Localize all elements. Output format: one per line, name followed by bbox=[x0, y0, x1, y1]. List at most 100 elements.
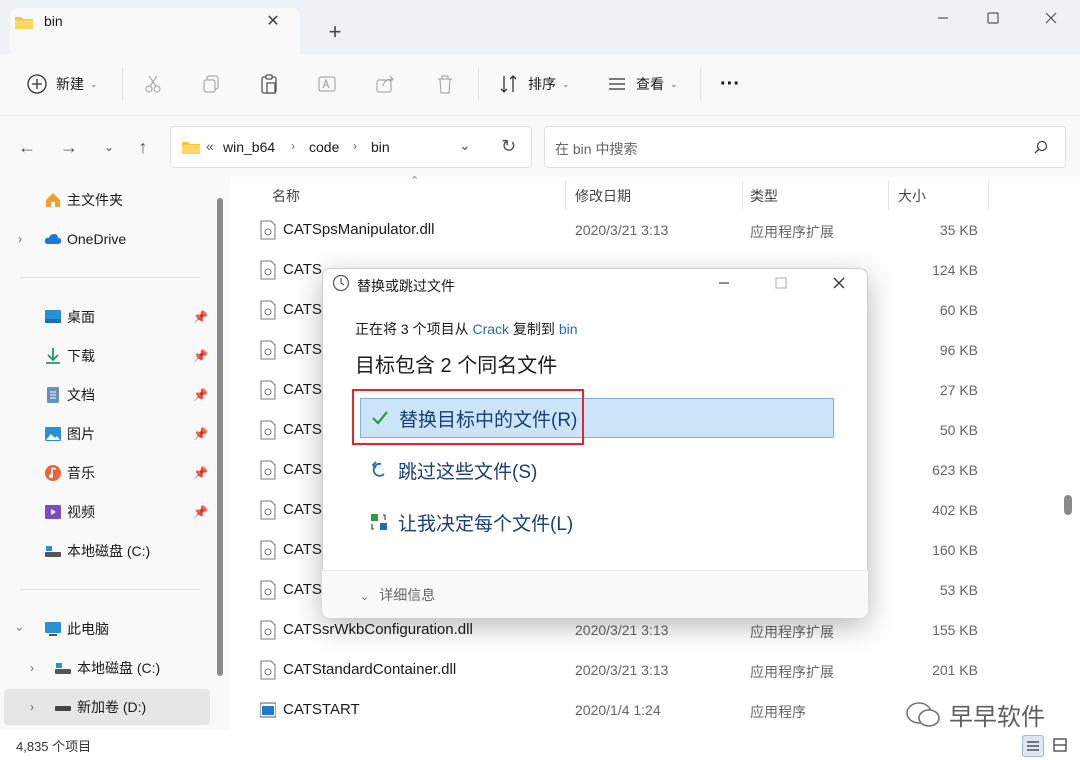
source-folder-link[interactable]: Crack bbox=[472, 321, 509, 337]
sidebar-item-documents[interactable]: 文档 📌 bbox=[0, 377, 210, 413]
sidebar-item-pictures[interactable]: 图片 📌 bbox=[0, 416, 210, 452]
new-tab-button[interactable]: + bbox=[322, 19, 348, 45]
chevron-right-icon[interactable]: › bbox=[30, 661, 34, 675]
copy-button[interactable] bbox=[198, 68, 224, 100]
file-size: 124 KB bbox=[932, 262, 978, 278]
wechat-icon bbox=[906, 701, 940, 727]
sidebar-item-videos[interactable]: 视频 📌 bbox=[0, 494, 210, 530]
command-bar: 新建 ⌄ 排序 ⌄ 查看 ⌄ ··· bbox=[0, 54, 1080, 116]
file-name: CATS bbox=[283, 541, 322, 558]
breadcrumb-win-b64[interactable]: win_b64 bbox=[223, 139, 275, 155]
sidebar-item-desktop[interactable]: 桌面 📌 bbox=[0, 299, 210, 335]
dll-file-icon bbox=[260, 580, 276, 600]
details-view-button[interactable] bbox=[1022, 735, 1044, 757]
sidebar-item-music[interactable]: 音乐 📌 bbox=[0, 455, 210, 491]
breadcrumb-code[interactable]: code bbox=[309, 139, 339, 155]
file-size: 60 KB bbox=[939, 302, 978, 318]
pin-icon[interactable]: 📌 bbox=[193, 388, 208, 402]
file-name: CATStandardContainer.dll bbox=[283, 661, 457, 678]
dll-file-icon bbox=[260, 420, 276, 440]
delete-button[interactable] bbox=[432, 68, 458, 100]
sidebar-item-home[interactable]: 主文件夹 bbox=[0, 182, 210, 218]
document-icon bbox=[47, 387, 59, 403]
file-type: 应用程序 bbox=[750, 704, 806, 720]
address-dropdown-icon[interactable]: ⌄ bbox=[459, 137, 471, 154]
refresh-icon[interactable]: ↻ bbox=[501, 136, 516, 157]
pin-icon[interactable]: 📌 bbox=[193, 505, 208, 519]
column-header-date[interactable]: 修改日期 bbox=[575, 186, 631, 206]
file-size: 402 KB bbox=[932, 502, 978, 518]
breadcrumb-bin[interactable]: bin bbox=[371, 139, 390, 155]
skip-files-option[interactable]: 跳过这些文件(S) bbox=[360, 450, 834, 490]
recent-chevron-icon[interactable]: ⌄ bbox=[96, 134, 122, 160]
sidebar-item-downloads[interactable]: 下载 📌 bbox=[0, 338, 210, 374]
file-name: CATS bbox=[283, 341, 322, 358]
column-header-name[interactable]: 名称 bbox=[272, 186, 300, 206]
pin-icon[interactable]: 📌 bbox=[193, 349, 208, 363]
up-arrow-icon[interactable]: ↑ bbox=[130, 134, 156, 160]
sort-icon bbox=[496, 71, 522, 97]
decide-each-file-option[interactable]: 让我决定每个文件(L) bbox=[360, 502, 834, 542]
file-row[interactable]: CATSpsManipulator.dll 2020/3/21 3:13 应用程序扩… bbox=[240, 210, 1040, 250]
chevron-down-icon[interactable]: › bbox=[13, 627, 27, 631]
sidebar-item-label: OneDrive bbox=[67, 231, 127, 247]
sidebar-item-this-pc[interactable]: › 此电脑 bbox=[0, 611, 210, 647]
sort-label: 排序 bbox=[528, 76, 556, 92]
search-input[interactable]: 在 bin 中搜索 bbox=[555, 139, 637, 159]
forward-arrow-icon[interactable]: → bbox=[56, 134, 82, 160]
pin-icon[interactable]: 📌 bbox=[193, 427, 208, 441]
sidebar-item-label: 视频 bbox=[67, 504, 95, 520]
sidebar-item-label: 本地磁盘 (C:) bbox=[77, 660, 161, 676]
view-button[interactable]: 查看 ⌄ bbox=[604, 68, 678, 100]
cut-button[interactable] bbox=[140, 68, 166, 100]
share-button[interactable] bbox=[372, 68, 398, 100]
sidebar-item-label: 文档 bbox=[67, 387, 95, 403]
sidebar-item-onedrive[interactable]: › OneDrive bbox=[0, 221, 210, 257]
sidebar-item-pc-local-disk-c[interactable]: › 本地磁盘 (C:) bbox=[0, 650, 210, 686]
share-icon bbox=[372, 71, 398, 97]
minimize-button[interactable] bbox=[918, 8, 968, 30]
destination-folder-link[interactable]: bin bbox=[559, 321, 578, 337]
sidebar-item-label: 音乐 bbox=[67, 465, 95, 481]
decide-option-label: 让我决定每个文件(L) bbox=[398, 513, 574, 535]
application-icon bbox=[260, 702, 276, 718]
more-details-toggle[interactable]: ⌄ 详细信息 bbox=[360, 585, 435, 605]
annotation-highlight-box bbox=[352, 389, 584, 445]
search-icon[interactable] bbox=[1033, 140, 1049, 156]
file-size: 160 KB bbox=[932, 542, 978, 558]
details-view-icon bbox=[1027, 741, 1039, 751]
item-count: 4,835 个项目 bbox=[16, 739, 92, 754]
sidebar-item-new-volume-d[interactable]: › 新加卷 (D:) bbox=[4, 689, 210, 725]
chevron-down-icon: ⌄ bbox=[562, 78, 570, 89]
chevron-right-icon[interactable]: › bbox=[18, 232, 22, 246]
chevron-right-icon[interactable]: › bbox=[30, 700, 34, 714]
address-bar[interactable]: « win_b64 › code › bin ⌄ ↻ bbox=[170, 126, 532, 168]
pin-icon[interactable]: 📌 bbox=[193, 466, 208, 480]
tiles-view-button[interactable] bbox=[1050, 735, 1072, 757]
back-arrow-icon[interactable]: ← bbox=[14, 134, 40, 160]
close-tab-icon[interactable]: ✕ bbox=[262, 11, 284, 33]
sidebar-item-local-disk-c[interactable]: 本地磁盘 (C:) bbox=[0, 533, 210, 569]
breadcrumb-overflow[interactable]: « bbox=[206, 138, 214, 154]
sidebar-item-label: 新加卷 (D:) bbox=[77, 699, 147, 715]
column-header-type[interactable]: 类型 bbox=[750, 186, 778, 206]
copy-text-prefix: 正在将 3 个项目从 bbox=[355, 321, 473, 337]
rename-button[interactable] bbox=[314, 68, 340, 100]
sort-button[interactable]: 排序 ⌄ bbox=[496, 68, 570, 100]
dialog-minimize-button[interactable] bbox=[712, 274, 736, 294]
file-row[interactable]: CATStandardContainer.dll 2020/3/21 3:13 应用… bbox=[240, 650, 1040, 690]
clipboard-icon bbox=[256, 71, 282, 97]
paste-button[interactable] bbox=[256, 68, 282, 100]
search-box[interactable]: 在 bin 中搜索 bbox=[544, 126, 1066, 168]
column-header-size[interactable]: 大小 bbox=[898, 186, 926, 206]
dialog-close-button[interactable] bbox=[827, 274, 851, 294]
sidebar-item-label: 图片 bbox=[67, 426, 95, 442]
vertical-scrollbar[interactable] bbox=[1064, 495, 1072, 515]
pin-icon[interactable]: 📌 bbox=[193, 310, 208, 324]
maximize-button[interactable] bbox=[968, 8, 1018, 30]
sidebar-scrollbar[interactable] bbox=[217, 198, 223, 676]
close-window-button[interactable] bbox=[1026, 8, 1076, 30]
file-name: CATS bbox=[283, 421, 322, 438]
new-button[interactable]: 新建 ⌄ bbox=[24, 68, 98, 100]
more-options-button[interactable]: ··· bbox=[720, 68, 740, 100]
